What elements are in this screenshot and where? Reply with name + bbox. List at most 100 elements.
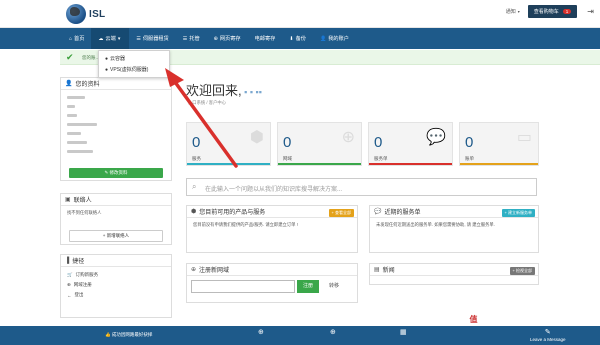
transfer-button[interactable]: 转移: [323, 280, 345, 293]
tickets-panel: 💬 近期的服务单 + 建立新服务单 未发现任何近期送出的服务单. 如果您需要协助,…: [369, 205, 539, 253]
nav-item-hosting[interactable]: ☰ 托管: [176, 28, 207, 49]
register-domain-header: ⊕ 注册新网域: [187, 264, 357, 276]
shortcuts-panel-header: ▐ 捷径: [61, 255, 171, 267]
nav-item-email-hosting[interactable]: 电邮寄存: [248, 28, 283, 49]
watermark-logo: 值: [468, 314, 479, 326]
logo[interactable]: ISL: [66, 4, 105, 24]
building-icon: ▦: [400, 329, 407, 336]
notifications-menu[interactable]: 通知 ▾: [506, 8, 520, 15]
notifications-label: 通知: [505, 9, 516, 15]
address-book-icon: ▣: [65, 197, 71, 203]
breadcrumb[interactable]: 入口系统 / 客户中心: [188, 100, 226, 106]
nav-item-backup[interactable]: ⬇ 备份: [282, 28, 313, 49]
contacts-panel: ▣ 联络人 找不到任何联络人 + 新增联络人: [60, 193, 172, 245]
credit-card-icon: ▭: [516, 129, 532, 146]
nav-item-my-account[interactable]: 👤 我的账户: [313, 28, 356, 49]
domain-search-input[interactable]: [191, 280, 295, 293]
shortcut-domain-registration[interactable]: ⊕ 网域注册: [61, 280, 171, 290]
globe-icon: ⊕: [67, 282, 71, 287]
welcome-text: 欢迎回来,: [186, 83, 242, 98]
contacts-panel-header: ▣ 联络人: [61, 194, 171, 206]
footer-link-3[interactable]: ▦: [400, 328, 407, 337]
new-contact-button[interactable]: + 新增联络人: [69, 230, 163, 242]
stat-value: 0: [283, 134, 292, 151]
bullet-icon: ●: [105, 67, 109, 73]
stat-accent-bar: [369, 163, 452, 165]
edit-profile-button[interactable]: ✎ 修改资料: [69, 168, 163, 178]
shortcut-label: 订购新服务: [75, 272, 99, 277]
home-icon: ⌂: [69, 35, 73, 42]
products-panel: ⬢ 您目前可用的产品与服务 + 查看全部 您目前没有申请我们提供的产品/服务. 请…: [186, 205, 358, 253]
stat-accent-bar: [278, 163, 361, 165]
new-ticket-button[interactable]: + 建立新服务单: [501, 209, 535, 217]
user-icon: 👤: [65, 81, 73, 87]
view-all-news-button[interactable]: + 检视全部: [509, 267, 535, 275]
cart-icon: 🛒: [67, 272, 73, 277]
menu-item-vps[interactable]: ● VPS(虚拟伺服器): [99, 64, 169, 75]
stat-accent-bar: [187, 163, 270, 165]
nav-label: 网页寄存: [219, 36, 241, 42]
contacts-empty-text: 找不到任何联络人: [67, 210, 102, 215]
globe-logo-icon: [66, 4, 86, 24]
leave-message-link[interactable]: ✎ Leave a Message: [530, 328, 566, 342]
panel-title: 注册新网域: [199, 268, 230, 274]
panel-title: 您的资料: [75, 82, 100, 88]
list-icon: ☰: [182, 35, 188, 42]
menu-item-label: 云容器: [110, 56, 126, 62]
shortcut-label: 网域注册: [73, 282, 92, 287]
comments-icon: 💬: [426, 129, 446, 146]
panel-title: 您目前可用的产品与服务: [199, 210, 266, 216]
profile-details-blurred: [61, 90, 171, 161]
thumbs-up-icon: 👍: [105, 332, 111, 337]
download-icon: ⬇: [289, 35, 294, 42]
stat-accent-bar: [460, 163, 538, 165]
logout-icon[interactable]: ⇥: [587, 7, 594, 16]
footer-slogan-text: 成功因网路最好抉择: [111, 332, 153, 337]
panel-title: 新闻: [382, 268, 395, 274]
stat-label: 服务单: [374, 156, 388, 161]
nav-item-web-hosting[interactable]: ⊕ 网页寄存: [207, 28, 248, 49]
shortcut-order-new-service[interactable]: 🛒 订购新服务: [61, 270, 171, 280]
stat-label: 网域: [283, 156, 292, 161]
nav-item-server-rental[interactable]: ☰ 伺服器租赁: [129, 28, 175, 49]
globe-icon: ⊕: [258, 329, 264, 336]
cube-icon: ⬢: [250, 129, 264, 146]
watermark: 值什么值得买: [468, 312, 526, 326]
shortcuts-panel: ▐ 捷径 🛒 订购新服务 ⊕ 网域注册 ← 登出: [60, 254, 172, 318]
checkmark-icon: ✔: [66, 52, 74, 62]
panel-title: 联络人: [73, 198, 92, 204]
server-icon: ☰: [136, 35, 141, 42]
stat-tile-domains[interactable]: ⊕ 0 网域: [277, 122, 362, 166]
view-cart-button[interactable]: 查看购物车 1: [527, 5, 578, 18]
blurred-username: ▪ ▪ ▪▪: [241, 87, 262, 97]
stat-tile-services[interactable]: ⬢ 0 服务: [186, 122, 271, 166]
footer-link-1[interactable]: ⊕: [258, 328, 264, 337]
profile-panel-header: 👤 您的资料: [61, 78, 171, 90]
cloud-dropdown-menu: ● 云容器 ● VPS(虚拟伺服器): [98, 50, 170, 78]
register-button[interactable]: 注册: [297, 280, 319, 293]
chevron-down-icon: ▾: [117, 35, 121, 42]
globe-icon: ⊕: [191, 267, 197, 273]
menu-item-cloud-container[interactable]: ● 云容器: [99, 53, 169, 64]
footer-link-2[interactable]: ⊕: [330, 328, 336, 337]
view-all-products-button[interactable]: + 查看全部: [328, 209, 354, 217]
top-right-controls: 通知 ▾ 查看购物车 1 ⇥: [506, 5, 594, 18]
nav-label: 托管: [189, 36, 200, 42]
main-nav: ⌂ 首页 ☁ 云端 ▾ ☰ 伺服器租赁 ☰ 托管 ⊕ 网页寄存 电邮寄存 ⬇ 备份 👤 我的账户: [0, 28, 600, 49]
stat-tile-invoices[interactable]: ▭ 0 账单: [459, 122, 539, 166]
knowledgebase-search-input[interactable]: ⌕ 在此输入一个问题以从我们的知识库搜寻解决方案...: [186, 178, 537, 196]
new-contact-label: 新增联络人: [106, 233, 130, 238]
nav-item-cloud[interactable]: ☁ 云端 ▾: [91, 28, 130, 49]
nav-label: 我的账户: [328, 36, 349, 42]
nav-label: 伺服器租赁: [142, 36, 169, 42]
products-empty-text: 您目前没有申请我们提供的产品/服务. 请立即建立订单 !: [193, 222, 298, 227]
shortcut-logout[interactable]: ← 登出: [61, 290, 171, 300]
nav-item-home[interactable]: ⌂ 首页: [62, 28, 91, 49]
stat-value: 0: [192, 134, 201, 151]
news-panel: ▤ 新闻 + 检视全部: [369, 263, 539, 285]
globe-icon: ⊕: [213, 35, 218, 42]
welcome-heading: 欢迎回来, ▪ ▪ ▪▪: [186, 80, 262, 99]
stat-tile-tickets[interactable]: 💬 0 服务单: [368, 122, 453, 166]
stat-label: 服务: [192, 156, 201, 161]
register-domain-panel: ⊕ 注册新网域 注册 转移: [186, 263, 358, 303]
